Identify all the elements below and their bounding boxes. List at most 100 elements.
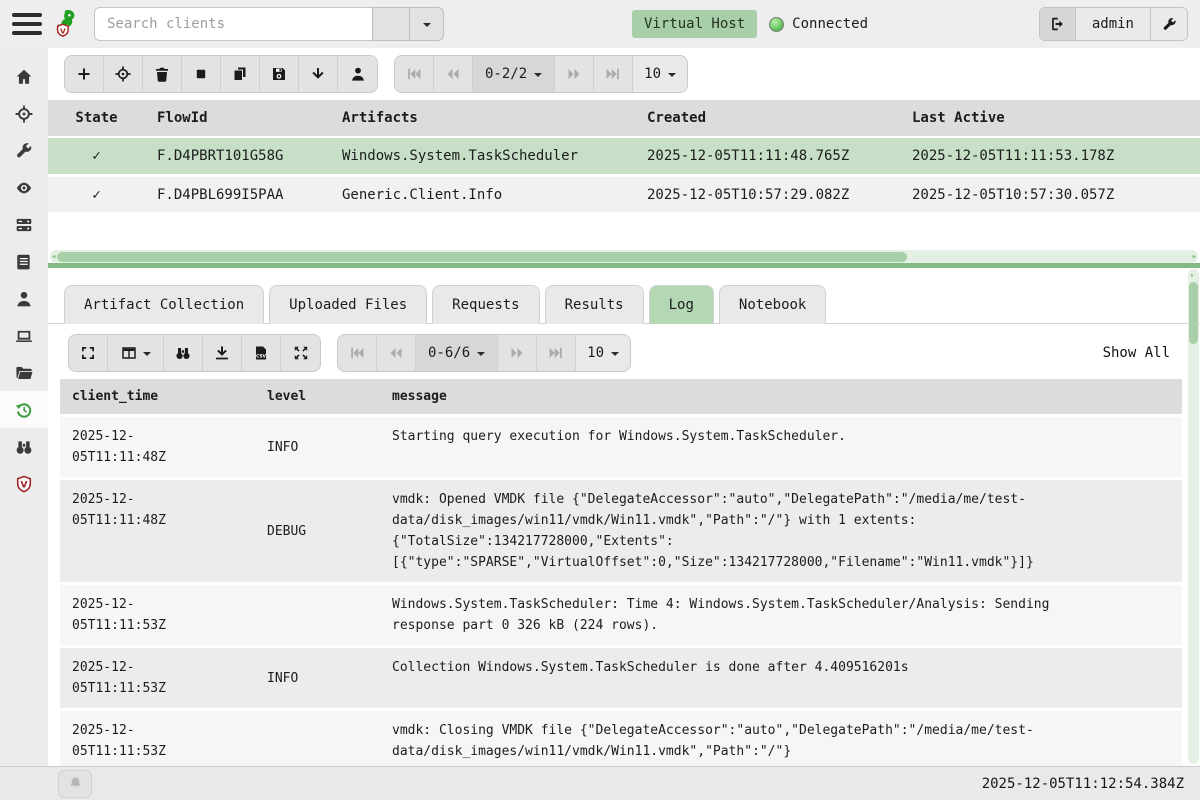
log-page-range-button[interactable]: 0-6/6 bbox=[416, 335, 498, 371]
flow-created: 2025-12-05T11:11:48.765Z bbox=[635, 148, 900, 164]
column-header-client-time[interactable]: client_time bbox=[60, 379, 255, 414]
flows-next-page-button[interactable] bbox=[555, 56, 594, 92]
flows-page-range-button[interactable]: 0-2/2 bbox=[473, 56, 555, 92]
file-csv-icon bbox=[253, 345, 269, 361]
column-header-flowid[interactable]: FlowId bbox=[145, 110, 330, 126]
sidebar-item-collected-artifacts[interactable] bbox=[0, 391, 48, 428]
top-navbar: V Virtual Host Connected admin bbox=[0, 0, 1200, 48]
download-results-button[interactable] bbox=[299, 56, 338, 92]
flows-last-page-button[interactable] bbox=[594, 56, 633, 92]
search-options-button[interactable] bbox=[410, 7, 444, 41]
rewind-icon bbox=[445, 66, 461, 82]
column-header-message[interactable]: message bbox=[380, 379, 1070, 414]
log-client-time: 2025-12-05T11:11:48Z bbox=[60, 417, 255, 477]
scroll-up-icon[interactable]: ▴ bbox=[1190, 270, 1195, 279]
search-input[interactable] bbox=[94, 7, 372, 41]
column-header-state[interactable]: State bbox=[48, 110, 145, 126]
horizontal-scrollbar-thumb[interactable] bbox=[57, 252, 907, 262]
log-last-page-button[interactable] bbox=[537, 335, 576, 371]
save-collection-button[interactable] bbox=[260, 56, 299, 92]
column-header-created[interactable]: Created bbox=[635, 110, 900, 126]
sidebar-item-notebooks[interactable] bbox=[0, 243, 48, 280]
log-next-page-button[interactable] bbox=[498, 335, 537, 371]
vertical-scrollbar-thumb[interactable] bbox=[1189, 282, 1198, 344]
column-header-level[interactable]: level bbox=[255, 379, 380, 414]
tab-results[interactable]: Results bbox=[545, 285, 644, 324]
log-find-button[interactable] bbox=[164, 335, 203, 371]
horizontal-scrollbar[interactable]: ◂ ▸ bbox=[50, 250, 1198, 263]
log-row[interactable]: 2025-12-05T11:11:48Z INFO Starting query… bbox=[60, 414, 1182, 477]
log-row[interactable]: 2025-12-05T11:11:48Z DEBUG vmdk: Opened … bbox=[60, 477, 1182, 582]
flows-prev-page-button[interactable] bbox=[434, 56, 473, 92]
home-icon bbox=[15, 68, 33, 86]
log-columns-button[interactable] bbox=[108, 335, 164, 371]
tab-log[interactable]: Log bbox=[649, 285, 714, 324]
user-menu-button[interactable]: admin bbox=[1076, 8, 1151, 40]
show-all-button[interactable]: Show All bbox=[1103, 345, 1170, 361]
column-header-artifacts[interactable]: Artifacts bbox=[330, 110, 635, 126]
new-collection-button[interactable] bbox=[65, 56, 104, 92]
scroll-right-icon[interactable]: ▸ bbox=[1192, 252, 1197, 262]
log-level bbox=[255, 711, 380, 766]
notifications-button[interactable] bbox=[58, 770, 92, 798]
pane-divider[interactable] bbox=[48, 263, 1200, 268]
sidebar-item-server-dashboard[interactable] bbox=[0, 206, 48, 243]
log-first-page-button[interactable] bbox=[338, 335, 377, 371]
log-row[interactable]: 2025-12-05T11:11:53Z Windows.System.Task… bbox=[60, 582, 1182, 645]
tab-artifact-collection[interactable]: Artifact Collection bbox=[64, 285, 264, 324]
scroll-left-icon[interactable]: ◂ bbox=[51, 252, 56, 262]
log-expand-button[interactable] bbox=[281, 335, 320, 371]
sidebar-item-client-events[interactable] bbox=[0, 428, 48, 465]
log-page-size-button[interactable]: 10 bbox=[576, 335, 630, 371]
status-bar: 2025-12-05T11:12:54.384Z bbox=[0, 766, 1200, 800]
sidebar-item-server-events[interactable] bbox=[0, 169, 48, 206]
plus-icon bbox=[76, 66, 92, 82]
copy-collection-button[interactable] bbox=[221, 56, 260, 92]
log-message: Windows.System.TaskScheduler: Time 4: Wi… bbox=[380, 585, 1070, 645]
sidebar-item-home[interactable] bbox=[0, 58, 48, 95]
log-table-header: client_time level message bbox=[60, 379, 1182, 414]
search-button[interactable] bbox=[372, 7, 410, 41]
sidebar-item-hunt-manager[interactable] bbox=[0, 95, 48, 132]
flows-page-size-button[interactable]: 10 bbox=[633, 56, 687, 92]
log-row[interactable]: 2025-12-05T11:11:53Z vmdk: Closing VMDK … bbox=[60, 708, 1182, 766]
vertical-scrollbar[interactable]: ▴ bbox=[1188, 269, 1199, 764]
log-export-csv-button[interactable] bbox=[242, 335, 281, 371]
settings-button[interactable] bbox=[1151, 8, 1187, 40]
user-icon bbox=[350, 66, 366, 82]
tab-notebook[interactable]: Notebook bbox=[719, 285, 826, 324]
velociraptor-logo[interactable]: V bbox=[52, 7, 84, 41]
arrow-down-icon bbox=[310, 66, 326, 82]
log-message: Starting query execution for Windows.Sys… bbox=[380, 417, 1070, 477]
menu-icon[interactable] bbox=[12, 13, 42, 35]
target-button[interactable] bbox=[104, 56, 143, 92]
sidebar-item-server-artifacts[interactable] bbox=[0, 132, 48, 169]
flow-row[interactable]: ✓ F.D4PBL699I5PAA Generic.Client.Info 20… bbox=[48, 174, 1200, 212]
user-flows-button[interactable] bbox=[338, 56, 377, 92]
log-row[interactable]: 2025-12-05T11:11:53Z INFO Collection Win… bbox=[60, 645, 1182, 708]
log-client-time: 2025-12-05T11:11:53Z bbox=[60, 711, 255, 766]
flow-row-selected[interactable]: ✓ F.D4PBRT101G58G Windows.System.TaskSch… bbox=[48, 136, 1200, 174]
user-icon bbox=[15, 290, 33, 308]
sidebar-item-vfs[interactable] bbox=[0, 354, 48, 391]
tab-requests[interactable]: Requests bbox=[432, 285, 539, 324]
sidebar-item-interrogate[interactable] bbox=[0, 317, 48, 354]
tab-uploaded-files[interactable]: Uploaded Files bbox=[269, 285, 427, 324]
log-prev-page-button[interactable] bbox=[377, 335, 416, 371]
logout-button[interactable] bbox=[1040, 8, 1076, 40]
log-download-button[interactable] bbox=[203, 335, 242, 371]
column-header-last-active[interactable]: Last Active bbox=[900, 110, 1200, 126]
copy-icon bbox=[232, 66, 248, 82]
wrench-icon bbox=[1162, 17, 1177, 32]
delete-collection-button[interactable] bbox=[143, 56, 182, 92]
sidebar-item-client-summary[interactable] bbox=[0, 280, 48, 317]
arrows-expand-icon bbox=[293, 345, 309, 361]
sidebar-item-shield[interactable] bbox=[0, 465, 48, 502]
svg-text:V: V bbox=[60, 26, 66, 35]
log-message: vmdk: Closing VMDK file {"DelegateAccess… bbox=[380, 711, 1070, 766]
search-icon bbox=[373, 0, 409, 99]
log-fullscreen-button[interactable] bbox=[69, 335, 108, 371]
cancel-collection-button[interactable] bbox=[182, 56, 221, 92]
binoculars-icon bbox=[15, 438, 33, 456]
skip-start-icon bbox=[349, 345, 365, 361]
